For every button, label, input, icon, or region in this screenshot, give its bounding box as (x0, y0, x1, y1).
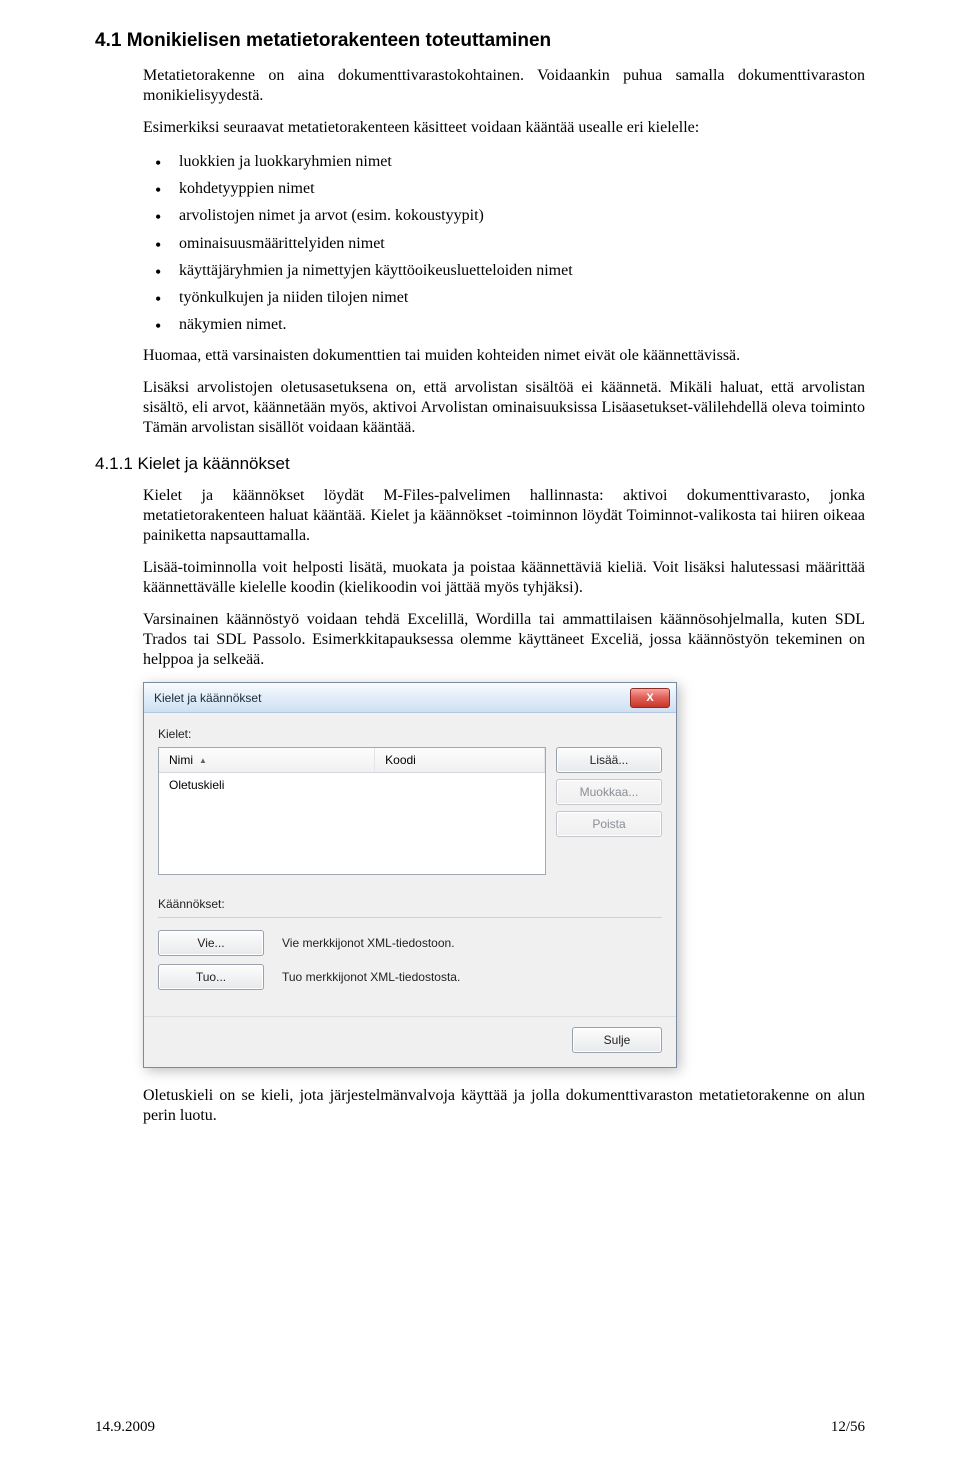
section-paragraph: Esimerkiksi seuraavat metatietorakenteen… (143, 118, 865, 138)
export-description: Vie merkkijonot XML-tiedostoon. (282, 936, 455, 950)
language-row[interactable]: Oletuskieli (159, 773, 545, 797)
import-button[interactable]: Tuo... (158, 964, 264, 990)
dialog-body: Kielet: Nimi ▲ Koodi Oletuskieli Lisää..… (144, 713, 676, 1016)
list-item: arvolistojen nimet ja arvot (esim. kokou… (143, 204, 865, 227)
section-paragraph: Metatietorakenne on aina dokumenttivaras… (143, 66, 865, 106)
edit-button: Muokkaa... (556, 779, 662, 805)
subsection-paragraph: Varsinainen käännöstyö voidaan tehdä Exc… (143, 610, 865, 670)
export-button[interactable]: Vie... (158, 930, 264, 956)
list-item: ominaisuusmäärittelyiden nimet (143, 232, 865, 255)
section-heading: 4.1 Monikielisen metatietorakenteen tote… (95, 30, 865, 52)
dialog-window: Kielet ja käännökset X Kielet: Nimi ▲ Ko… (143, 682, 677, 1068)
add-button[interactable]: Lisää... (556, 747, 662, 773)
list-item: käyttäjäryhmien ja nimettyjen käyttöoike… (143, 259, 865, 282)
section-paragraph: Lisäksi arvolistojen oletusasetuksena on… (143, 378, 865, 438)
list-header[interactable]: Nimi ▲ Koodi (159, 748, 545, 773)
separator (158, 917, 662, 918)
list-item: näkymien nimet. (143, 313, 865, 336)
section-paragraph: Huomaa, että varsinaisten dokumenttien t… (143, 346, 865, 366)
subsection-paragraph: Kielet ja käännökset löydät M-Files-palv… (143, 486, 865, 546)
column-code[interactable]: Koodi (375, 748, 545, 772)
dialog-footer: Sulje (144, 1016, 676, 1067)
screenshot-dialog: Kielet ja käännökset X Kielet: Nimi ▲ Ko… (143, 682, 865, 1068)
footer-date: 14.9.2009 (95, 1419, 155, 1436)
delete-button: Poista (556, 811, 662, 837)
titlebar: Kielet ja käännökset X (144, 683, 676, 713)
subsection-paragraph: Lisää-toiminnolla voit helposti lisätä, … (143, 558, 865, 598)
close-button[interactable]: Sulje (572, 1027, 662, 1053)
dialog-title: Kielet ja käännökset (154, 691, 261, 705)
languages-label: Kielet: (158, 727, 662, 741)
bullet-list: luokkien ja luokkaryhmien nimet kohdetyy… (143, 150, 865, 336)
list-item: luokkien ja luokkaryhmien nimet (143, 150, 865, 173)
close-icon[interactable]: X (630, 688, 670, 708)
import-description: Tuo merkkijonot XML-tiedostosta. (282, 970, 460, 984)
translations-label: Käännökset: (158, 897, 662, 911)
page-footer: 14.9.2009 12/56 (95, 1419, 865, 1436)
languages-listbox[interactable]: Nimi ▲ Koodi Oletuskieli (158, 747, 546, 875)
list-item: työnkulkujen ja niiden tilojen nimet (143, 286, 865, 309)
footer-page: 12/56 (831, 1419, 865, 1436)
after-dialog-paragraph: Oletuskieli on se kieli, jota järjestelm… (143, 1086, 865, 1126)
column-name-label: Nimi (169, 753, 193, 767)
subsection-heading: 4.1.1 Kielet ja käännökset (95, 454, 865, 474)
column-name[interactable]: Nimi ▲ (159, 748, 375, 772)
sort-asc-icon: ▲ (199, 756, 207, 765)
list-item: kohdetyyppien nimet (143, 177, 865, 200)
